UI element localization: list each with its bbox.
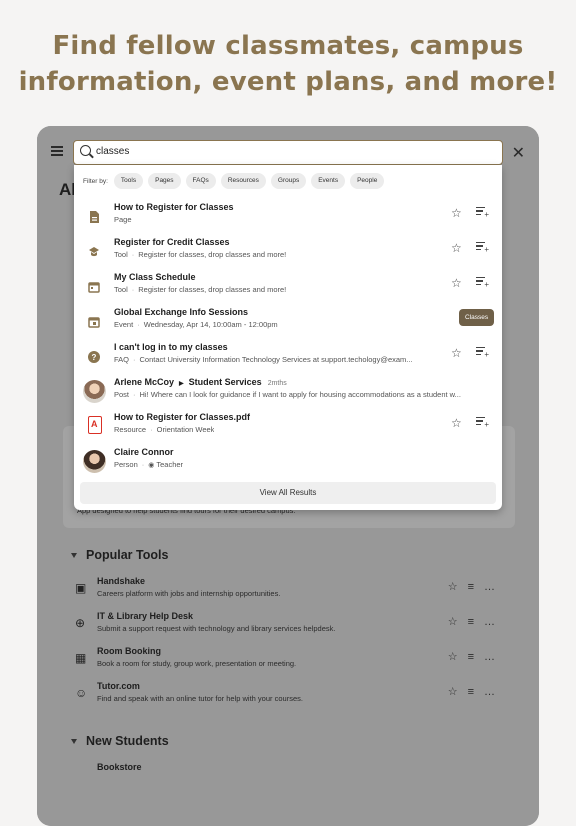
add-to-list-icon[interactable]: + [476, 347, 489, 359]
result-item[interactable]: Arlene McCoy ▶ Student Services 2mths Post ·… [74, 376, 502, 410]
tool-desc: Submit a support request with technology… [97, 624, 336, 633]
result-item[interactable]: Register for Credit Classes Tool · Registe… [74, 236, 502, 270]
search-results-dropdown: Filter by: Tools Pages FAQs Resources Gr… [74, 165, 502, 510]
result-title: Global Exchange Info Sessions [114, 307, 249, 317]
result-title: Arlene McCoy ▶ Student Services 2mths [114, 377, 287, 387]
result-item[interactable]: Claire Connor Person · ◉ Teacher [74, 446, 502, 480]
help-icon: ? [88, 351, 100, 363]
result-meta: Person · ◉ Teacher [114, 460, 184, 469]
result-meta: Tool · Register for classes, drop classes … [114, 285, 287, 294]
filter-bar: Filter by: Tools Pages FAQs Resources Gr… [83, 173, 389, 189]
result-title: How to Register for Classes [114, 202, 234, 212]
tool-actions[interactable]: ☆≡… [448, 685, 505, 698]
result-title: I can't log in to my classes [114, 342, 228, 352]
headline-line-2: information, event plans, and more! [18, 67, 558, 97]
filter-chip-pages[interactable]: Pages [148, 173, 181, 189]
tool-desc: Careers platform with jobs and internshi… [97, 589, 281, 598]
tool-row-handshake[interactable]: ▣ Handshake Careers platform with jobs a… [75, 576, 505, 606]
add-to-list-icon[interactable]: + [476, 277, 489, 289]
arrow-right-icon: ▶ [179, 381, 184, 387]
tool-desc: Book a room for study, group work, prese… [97, 659, 297, 668]
star-icon[interactable]: ☆ [451, 241, 462, 255]
result-meta: Event · Wednesday, Apr 14, 10:00am - 12:00… [114, 320, 278, 329]
star-icon[interactable]: ☆ [451, 346, 462, 360]
tool-icon [89, 247, 99, 257]
tool-actions[interactable]: ☆≡… [448, 580, 505, 593]
filter-chip-tools[interactable]: Tools [113, 173, 144, 189]
collapse-caret-icon [71, 739, 77, 745]
result-title: My Class Schedule [114, 272, 196, 282]
result-item[interactable]: How to Register for Classes Page ☆ + [74, 201, 502, 235]
tool-name: Tutor.com [97, 681, 140, 691]
filter-label: Filter by: [83, 177, 108, 185]
bookstore-item[interactable]: Bookstore [97, 762, 142, 772]
result-title: Register for Credit Classes [114, 237, 230, 247]
star-icon[interactable]: ☆ [451, 416, 462, 430]
filter-chip-groups[interactable]: Groups [270, 173, 307, 189]
event-icon [88, 317, 100, 328]
search-bar[interactable] [73, 140, 503, 165]
result-meta: FAQ · Contact University Information Techn… [114, 355, 413, 364]
tool-name: Room Booking [97, 646, 161, 656]
tutor-icon: ☺ [75, 686, 88, 700]
tool-name: Handshake [97, 576, 146, 586]
result-item[interactable]: How to Register for Classes.pdf Resource… [74, 411, 502, 445]
pdf-icon [88, 416, 102, 434]
tool-name: IT & Library Help Desk [97, 611, 194, 621]
search-icon [80, 145, 91, 156]
globe-icon: ⊕ [75, 616, 86, 630]
star-icon[interactable]: ☆ [451, 276, 462, 290]
search-input[interactable] [96, 144, 486, 159]
result-item[interactable]: My Class Schedule Tool · Register for clas… [74, 271, 502, 305]
add-to-list-icon[interactable]: + [476, 417, 489, 429]
tool-actions[interactable]: ☆≡… [448, 650, 505, 663]
result-meta: Page [114, 215, 132, 224]
page-icon [90, 211, 99, 223]
result-meta: Tool · Register for classes, drop classes … [114, 250, 287, 259]
headline-line-1: Find fellow classmates, campus [52, 31, 524, 61]
headline: Find fellow classmates, campus informati… [0, 28, 576, 100]
add-to-list-icon[interactable]: + [476, 242, 489, 254]
view-all-results-button[interactable]: View All Results [80, 482, 496, 504]
result-meta: Resource · Orientation Week [114, 425, 215, 434]
add-to-list-icon[interactable]: + [476, 207, 489, 219]
popular-tools-heading[interactable]: Popular Tools [71, 548, 168, 562]
handshake-icon: ▣ [75, 581, 87, 595]
filter-chip-resources[interactable]: Resources [220, 173, 266, 189]
filter-chip-events[interactable]: Events [311, 173, 346, 189]
tool-row-it-help-desk[interactable]: ⊕ IT & Library Help Desk Submit a suppor… [75, 611, 505, 641]
collapse-caret-icon [71, 553, 77, 559]
avatar [83, 450, 106, 473]
new-students-heading[interactable]: New Students [71, 734, 169, 748]
calendar-icon [88, 282, 100, 293]
result-title: Claire Connor [114, 447, 174, 457]
menu-icon[interactable] [51, 146, 63, 156]
person-badge-icon: ◉ [148, 462, 155, 469]
result-item[interactable]: ? I can't log in to my classes FAQ · Conta… [74, 341, 502, 375]
tool-row-tutor[interactable]: ☺ Tutor.com Find and speak with an onlin… [75, 681, 505, 711]
result-title: How to Register for Classes.pdf [114, 412, 251, 422]
result-meta: Post · Hi! Where can I look for guidance i… [114, 390, 461, 399]
building-icon: ▦ [75, 651, 87, 665]
svg-text:?: ? [92, 353, 97, 362]
filter-chip-faqs[interactable]: FAQs [185, 173, 216, 189]
star-icon[interactable]: ☆ [451, 206, 462, 220]
tool-desc: Find and speak with an online tutor for … [97, 694, 303, 703]
tooltip-classes: Classes [459, 309, 495, 326]
filter-chip-people[interactable]: People [350, 173, 385, 189]
close-icon[interactable]: ✕ [512, 143, 525, 163]
tool-row-room-booking[interactable]: ▦ Room Booking Book a room for study, gr… [75, 646, 505, 676]
result-item[interactable]: Global Exchange Info Sessions Event · Wedn… [74, 306, 502, 340]
avatar [83, 380, 106, 403]
tool-actions[interactable]: ☆≡… [448, 615, 505, 628]
